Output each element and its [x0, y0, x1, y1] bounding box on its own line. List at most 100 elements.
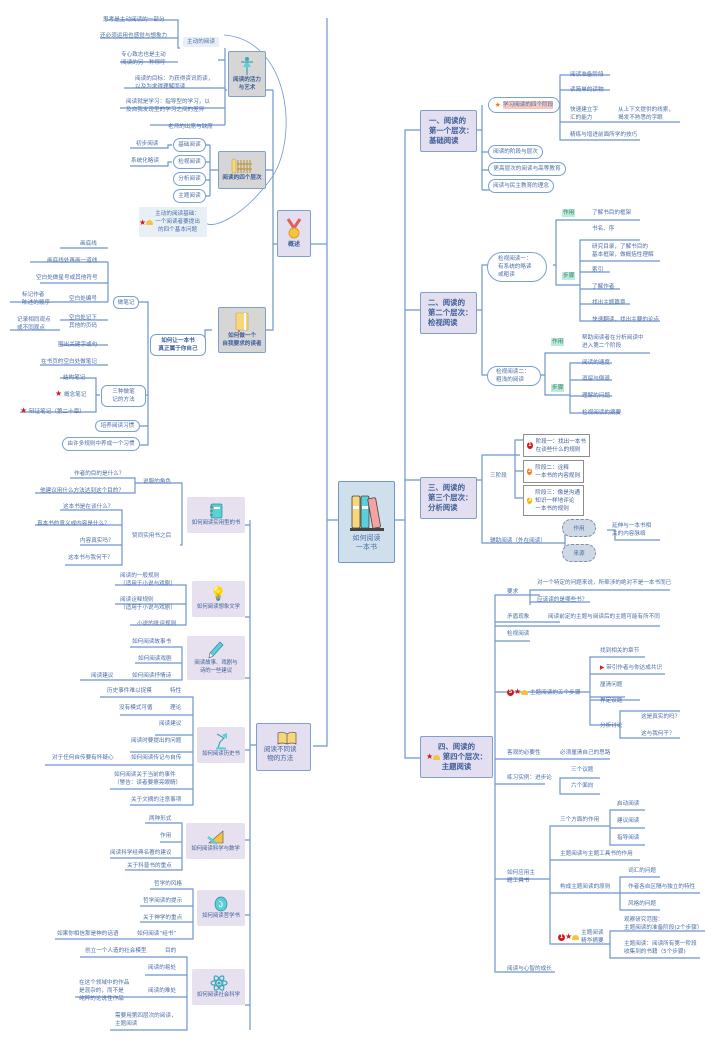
history-topic[interactable]: 如何阅读历史书: [197, 727, 245, 763]
history-item-5: 如何阅读传记与自传: [131, 755, 182, 761]
foundation-node[interactable]: ★ 主动的阅读基础： 一个阅读者要提出 的四个基本问题: [139, 207, 207, 237]
art-topic[interactable]: 阅读的活力 与艺术: [228, 51, 266, 97]
helmet-icon: [572, 934, 580, 940]
after-item-3: 内容真实吗？: [80, 538, 114, 544]
overview-topic[interactable]: 概述: [277, 210, 311, 257]
part2-step-1: 阅读的速度: [582, 360, 610, 366]
four-levels-topic[interactable]: 阅读的四个层次: [218, 151, 266, 189]
analysis-stage-2[interactable]: 2 阶段二：诠释 一本书的内容规则: [523, 460, 584, 483]
number-1-icon: 1: [527, 442, 533, 449]
mind-growth: 阅读与心智的成长: [507, 966, 552, 972]
note-item-7: 在书页的空白处做笔记: [41, 359, 97, 365]
embryo-icon: [214, 896, 228, 911]
level-pill-basic[interactable]: 基础阅读: [173, 138, 206, 152]
social-difficulty-note: 在这个领域中的作品 是混杂的，而不是 纯粹的论说性作品: [79, 980, 130, 1002]
own-book-node[interactable]: 如何让一本书 真正属于你自己: [150, 334, 206, 356]
helmet-icon: [433, 754, 441, 760]
inspect-part1-node[interactable]: 检视阅读一： 有系统的略读 或粗读: [487, 252, 547, 282]
cloud-detail: 延伸与一本书相 关的内容脉络: [612, 523, 652, 537]
demanding-reader-topic[interactable]: 如何做一个 自我要求的读者: [218, 307, 266, 353]
star-icon: ★: [514, 687, 522, 696]
level-pill-syntopic[interactable]: 主题阅读: [173, 189, 206, 203]
pages-note: 记录相同观点 或不同观点: [17, 317, 51, 331]
stories-topic[interactable]: 阅读故事、戏剧与 诗的一些建议: [187, 636, 245, 680]
central-topic[interactable]: 如何阅读 一本书: [338, 481, 395, 563]
atom-icon: [209, 974, 228, 991]
habit-node[interactable]: 培养阅读习惯: [95, 420, 140, 432]
history-item-4: 阅读时要提出的问题: [131, 738, 182, 744]
note-item-5: 空白处记下 其他的页码: [69, 315, 97, 329]
level3-title-3: 分析阅读: [428, 503, 458, 512]
philosophy-item-2: 哲学阅读的提示: [143, 898, 183, 904]
notepad-icon: [210, 503, 223, 518]
level2-topic[interactable]: 二、阅读的 第二个层次： 检视阅读: [420, 292, 477, 334]
analysis-stage-3[interactable]: 3 阶段三：像是沟通 知识一样地评论 一本书的规则: [523, 485, 584, 516]
analysis-stage-2-text: 阶段二：诠释 一本书的内容规则: [535, 464, 580, 479]
level1-topic[interactable]: 一、阅读的 第一个层次： 基础阅读: [420, 110, 477, 152]
three-notes-1: 结构笔记: [63, 375, 86, 381]
level-pill-inspect[interactable]: 检视阅读: [173, 155, 206, 169]
stories-item-1: 如何阅读故事书: [132, 639, 172, 645]
science-topic[interactable]: 如何阅读科学与数学: [186, 823, 245, 859]
five-step-2: ▶ 带引作者与你达成共识: [600, 665, 663, 671]
social-item-4: 需要用第四层次的阅读， 主题阅读: [115, 1013, 177, 1027]
dancer-icon: [241, 57, 253, 75]
note-item-2: 画底线处再画一道线: [47, 258, 98, 264]
methods-topic[interactable]: 阅读不同读 物的方法: [256, 723, 311, 771]
foundation-text: 主动的阅读基础： 一个阅读者要提出 的四个基本问题: [155, 211, 200, 233]
cloud-source[interactable]: 来源: [562, 544, 596, 562]
level4-topic[interactable]: 四、阅读的 ★ 第四个层次： 主题阅读: [420, 736, 493, 778]
notes-node[interactable]: 做笔记: [113, 296, 139, 309]
philosophy-topic[interactable]: 如何阅读哲学书: [197, 890, 245, 926]
stories-item-3: 如何阅读抒情诗: [132, 673, 172, 679]
three-notes-2: ★ 概念笔记: [55, 389, 87, 399]
history-note-1: 历史事件难以捉摸: [107, 688, 152, 694]
summary-label: 主题阅读 精华摘要: [581, 930, 604, 944]
analysis-stage-1[interactable]: 1 阶段一：找出一本书 在谈些什么的规则: [523, 434, 590, 457]
after-label: 赞同实用书之后: [132, 533, 172, 539]
level-note-1: 初步阅读: [136, 141, 159, 147]
science-item-1: 两种形式: [149, 816, 172, 822]
level1-other-3[interactable]: 阅读与民主教育的理念: [488, 179, 554, 193]
three-stages-label: 三阶段: [490, 473, 507, 479]
inspect-reading-item: 检视阅读: [507, 631, 530, 637]
history-item-3: 阅读建议: [159, 721, 182, 727]
level1-other-1[interactable]: 阅读的阶段与层次: [488, 145, 543, 159]
number-3-icon: 3: [527, 497, 533, 504]
level4-title-3: 主题阅读: [441, 762, 472, 771]
pen-icon: [208, 641, 224, 659]
active-item-2: 还必须运用也感觉与想象力: [100, 33, 168, 39]
imaginative-topic[interactable]: 💡 如何阅读想象文学: [192, 581, 245, 617]
summary-node: 1 ★ 主题阅读 精华摘要: [558, 929, 604, 945]
open-book-icon: [277, 731, 297, 745]
numbering-note: 标记作者 陈述的顺序: [22, 292, 50, 306]
three-notes-node[interactable]: 三种做笔 记的方法: [101, 385, 146, 407]
lightbulb-icon: 💡: [210, 586, 227, 602]
level2-title-1: 二、阅读的: [428, 298, 465, 307]
imaginative-item-1: 阅读的一般规则 （适用于小说与戏剧）: [120, 573, 176, 587]
level-pill-analysis[interactable]: 分析阅读: [173, 172, 206, 186]
aspect-3: 指导阅读: [617, 835, 640, 841]
four-stages-node[interactable]: ★ 学习阅读的四个阶段: [488, 97, 560, 113]
stories-item-2: 如何阅读戏剧: [138, 656, 172, 662]
inspect-part2-node[interactable]: 检视阅读二： 粗浅的阅读: [487, 366, 541, 386]
star-icon: ★: [425, 752, 434, 761]
part2-step-4: 检视阅读的摘要: [582, 410, 622, 416]
social-title: 如何阅读社会科学: [196, 991, 241, 998]
overview-title: 概述: [287, 241, 300, 248]
part1-step-3: 索引: [592, 267, 604, 273]
science-title: 如何阅读科学与数学: [191, 845, 240, 852]
rules-habit-node[interactable]: 由许多规则中养成一个习惯: [62, 437, 140, 451]
social-topic[interactable]: 如何阅读社会科学: [192, 969, 245, 1005]
science-item-2: 作用: [160, 833, 172, 839]
part2-step-3: 理解的问题: [582, 393, 610, 399]
level1-other-2[interactable]: 更高层次的阅读与高等教育: [488, 162, 566, 176]
practical-topic[interactable]: 如何阅读实用型的书: [187, 497, 245, 533]
level3-topic[interactable]: 三、阅读的 第三个层次： 分析阅读: [420, 477, 477, 519]
level1-title-2: 第一个层次：: [429, 126, 474, 135]
persuasion-label: 说服的角色: [143, 479, 171, 485]
analysis-stage-3-text: 阶段三：像是沟通 知识一样地评论 一本书的规则: [535, 489, 580, 512]
science-item-4: 关于科普书的重点: [127, 863, 172, 869]
stage-item-3: 快速建立字 汇的能力: [570, 107, 598, 121]
cloud-function[interactable]: 作用: [562, 519, 596, 537]
